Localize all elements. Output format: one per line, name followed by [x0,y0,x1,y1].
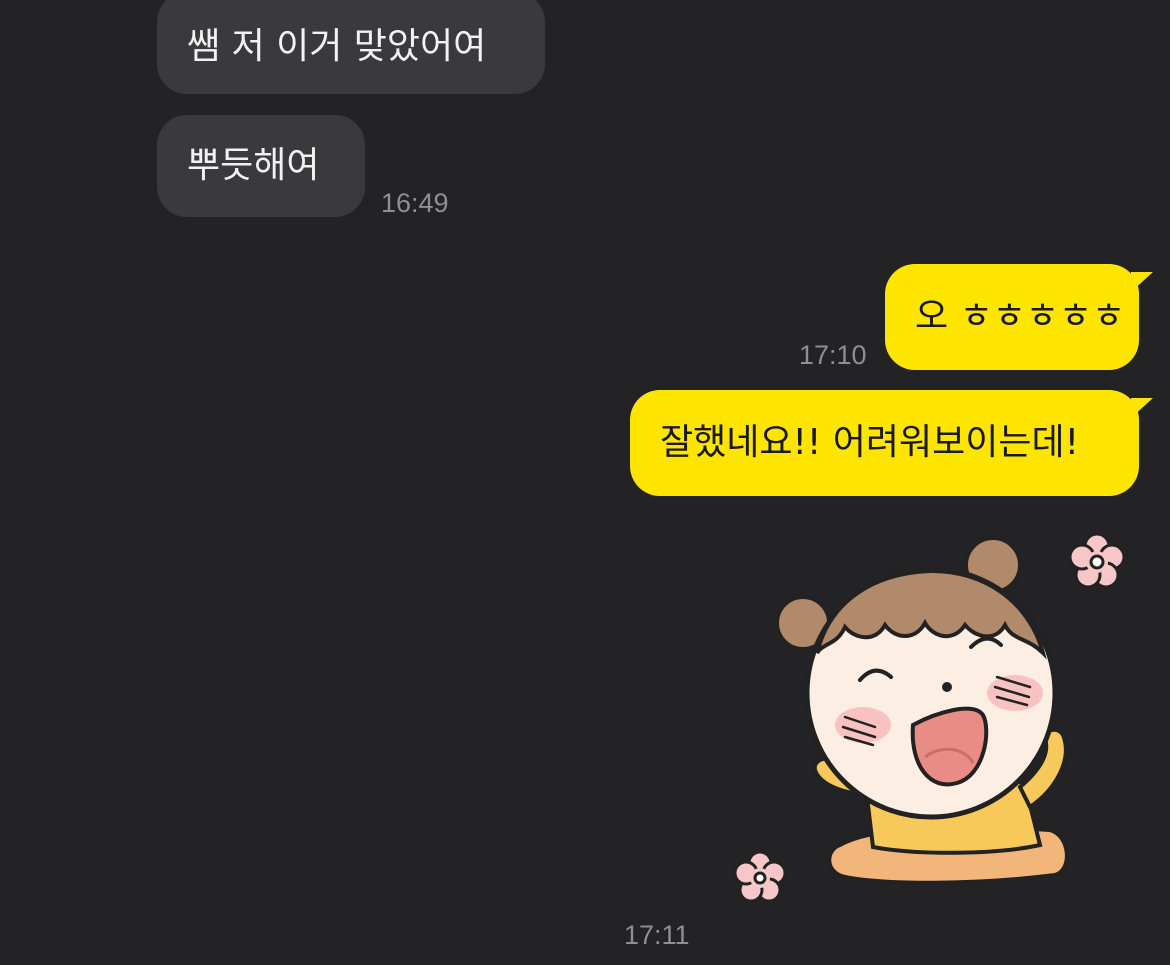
message-timestamp: 17:10 [799,340,867,370]
outgoing-message-bubble[interactable]: 잘했네요!! 어려워보이는데! [630,390,1153,496]
bubble-tail [1131,272,1153,292]
message-text: 쌤 저 이거 맞았어여 [187,26,487,67]
outgoing-message-bubble[interactable]: 오 ㅎㅎㅎㅎㅎ [885,264,1153,370]
message-text: 잘했네요!! 어려워보이는데! [660,422,1080,463]
message-timestamp: 16:49 [381,188,449,218]
message-text: 오 ㅎㅎㅎㅎㅎ [915,296,1126,337]
message-timestamp: 17:11 [624,920,690,950]
flower-icon [1068,532,1126,589]
cheering-girl-sticker[interactable] [725,525,1145,915]
chat-thread: 쌤 저 이거 맞았어여 뿌듯해여 16:49 오 ㅎㅎㅎㅎㅎ 17:10 잘했네… [0,0,1170,965]
incoming-message-bubble[interactable]: 뿌듯해여 [157,115,365,217]
bubble-tail [1131,398,1153,418]
flower-icon [733,850,787,903]
message-text: 뿌듯해여 [187,145,320,186]
incoming-message-bubble[interactable]: 쌤 저 이거 맞았어여 [157,0,545,94]
